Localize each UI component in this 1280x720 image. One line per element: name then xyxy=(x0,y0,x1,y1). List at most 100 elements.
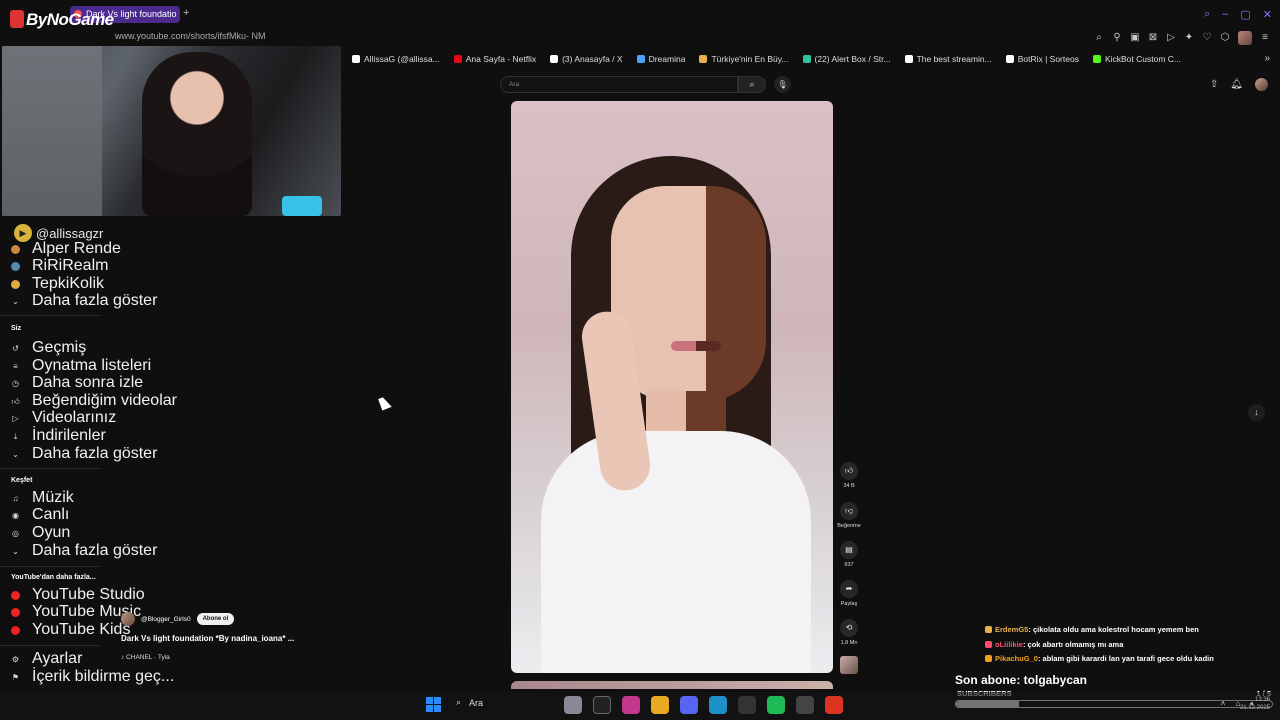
short-video-player[interactable] xyxy=(511,101,833,673)
profile-avatar[interactable] xyxy=(1238,31,1252,45)
bookmark-item[interactable]: Dreamina xyxy=(636,54,685,64)
maximize-icon[interactable]: ▢ xyxy=(1240,8,1250,21)
like-button[interactable]: 👍︎ 34 B xyxy=(836,462,862,489)
sidebar-item-gaming[interactable]: ◎ Oyun xyxy=(11,524,71,541)
chat-username: ErdemG5 xyxy=(995,625,1029,634)
chat-message: ErdemG5: çikolata oldu ama kolestrol hoc… xyxy=(985,623,1214,638)
bookmark-item[interactable]: KickBot Custom C... xyxy=(1092,54,1181,64)
bell-icon[interactable]: 🔔︎ xyxy=(1230,79,1243,90)
sidebar-item-label: Oyun xyxy=(32,524,71,541)
sidebar-item-studio[interactable]: YouTube Studio xyxy=(11,586,145,603)
minimize-icon[interactable]: – xyxy=(1222,8,1228,21)
player-icon[interactable]: ▷ xyxy=(1166,33,1176,43)
tiktok-icon[interactable] xyxy=(593,696,611,714)
close-icon[interactable]: ✕ xyxy=(1263,8,1272,21)
bookmark-item[interactable]: Ana Sayfa - Netflix xyxy=(453,54,536,64)
sidebar-item-history[interactable]: ↺ Geçmiş xyxy=(11,339,86,356)
sidebar-sub-0[interactable]: Alper Rende xyxy=(11,240,121,257)
obs-icon[interactable] xyxy=(738,696,756,714)
discord-icon[interactable] xyxy=(680,696,698,714)
voice-search-button[interactable]: 🎙︎ xyxy=(774,76,791,93)
sidebar-item-explore-more[interactable]: ⌄ Daha fazla göster xyxy=(11,542,157,559)
zoom-icon[interactable]: ⌕ xyxy=(1094,33,1104,43)
streaming-app-icon[interactable] xyxy=(825,696,843,714)
search-button[interactable]: ⌕ xyxy=(738,76,766,93)
gear-icon: ⚙ xyxy=(11,654,20,664)
share-button[interactable]: ➦ Paylaş xyxy=(836,580,862,607)
tools-icon[interactable]: ✦ xyxy=(1184,33,1194,43)
windows-start-icon[interactable] xyxy=(426,697,441,712)
screenshot-icon[interactable]: ▣ xyxy=(1130,33,1140,43)
bookmark-item[interactable]: The best streamin... xyxy=(904,54,992,64)
sidebar-item-report[interactable]: ⚑ İçerik bildirme geç... xyxy=(11,668,174,685)
opera-icon[interactable] xyxy=(622,696,640,714)
like-count: 34 B xyxy=(843,483,855,489)
edge-icon[interactable] xyxy=(709,696,727,714)
header-actions: ⇧ 🔔︎ xyxy=(1210,78,1268,91)
sidebar-item-playlists[interactable]: ≡ Oynatma listeleri xyxy=(11,357,151,374)
divider xyxy=(0,566,100,567)
short-title[interactable]: Dark Vs light foundation *By nadina_ioan… xyxy=(121,634,294,643)
sidebar-sub-2[interactable]: TepkiKolik xyxy=(11,275,104,292)
thumbs-up-icon: 👍︎ xyxy=(840,462,858,480)
remix-button[interactable]: ⟲ 1,8 Mn xyxy=(836,619,862,646)
short-music[interactable]: ♪ CHANEL · Tyla xyxy=(121,654,170,661)
sidebar-item-liked[interactable]: 👍︎ Beğendiğim videolar xyxy=(11,392,177,409)
sidebar-item-label: Daha fazla göster xyxy=(32,445,158,462)
channel-name[interactable]: @Blogger_Girls0 xyxy=(141,616,191,623)
sidebar-item-settings[interactable]: ⚙ Ayarlar xyxy=(11,650,82,667)
sidebar-heading-you[interactable]: Siz xyxy=(11,325,21,332)
sound-button[interactable] xyxy=(836,656,862,674)
pin-icon[interactable]: ⚲ xyxy=(1112,33,1122,43)
subscribe-button[interactable]: Abone ol xyxy=(196,613,235,625)
sidebar-item-watch-later[interactable]: ◷ Daha sonra izle xyxy=(11,374,143,391)
extensions-icon[interactable]: ⬡ xyxy=(1220,33,1230,43)
bookmark-favicon-icon xyxy=(1092,55,1101,63)
address-bar[interactable]: www.youtube.com/shorts/ifsfMku- NM xyxy=(115,31,266,41)
new-tab-button[interactable]: + xyxy=(183,7,189,19)
bookmark-item[interactable]: (22) Alert Box / Str... xyxy=(802,54,891,64)
channel-avatar xyxy=(11,261,20,271)
next-short-button[interactable]: ↓ xyxy=(1248,404,1265,421)
heart-icon[interactable]: ♡ xyxy=(1202,33,1212,43)
bookmark-item[interactable]: (3) Anasayfa / X xyxy=(550,54,623,64)
sidebar-item-your-videos[interactable]: ▷ Videolarınız xyxy=(11,409,116,426)
file-explorer-icon[interactable] xyxy=(564,696,582,714)
system-clock[interactable]: 13:36 21.12.2025 xyxy=(1240,696,1270,712)
streamer-image xyxy=(142,52,252,216)
next-short-preview[interactable] xyxy=(511,681,833,689)
spotify-icon[interactable] xyxy=(767,696,785,714)
search-input[interactable]: Ara xyxy=(500,76,738,93)
bookmarks-more-icon[interactable]: » xyxy=(1264,53,1270,64)
taskbar-apps xyxy=(564,696,843,714)
channel-avatar[interactable] xyxy=(121,612,135,626)
account-avatar[interactable] xyxy=(1255,78,1268,91)
chat-message: oLiilikie: çok abartı olmamış mı ama xyxy=(985,638,1214,653)
block-icon[interactable]: ⊠ xyxy=(1148,33,1158,43)
upload-icon[interactable]: ⇧ xyxy=(1210,79,1218,90)
steam-icon[interactable] xyxy=(796,696,814,714)
chat-text: : çikolata oldu ama kolestrol hocam yeme… xyxy=(1028,625,1199,634)
bookmark-item[interactable]: AllissaG (@allissa... xyxy=(352,54,440,64)
dislike-button[interactable]: 👎︎ Beğenme xyxy=(836,502,862,529)
taskbar-search[interactable]: ⌕ Ara xyxy=(456,697,483,708)
chat-username: PikachuG_0 xyxy=(995,654,1038,663)
search-icon: ⌕ xyxy=(456,697,462,707)
search-tabs-icon[interactable]: ⌕ xyxy=(1204,8,1210,21)
sidebar-sub-1[interactable]: RiRiRealm xyxy=(11,257,108,274)
bookmark-item[interactable]: BotRix | Sorteos xyxy=(1005,54,1079,64)
divider xyxy=(0,645,100,646)
dislike-label: Beğenme xyxy=(837,523,861,529)
sidebar-item-live[interactable]: ◉ Canlı xyxy=(11,506,69,523)
sidebar-item-yt-kids[interactable]: YouTube Kids xyxy=(11,621,130,638)
bookmark-favicon-icon xyxy=(453,55,462,63)
chrome-icon[interactable] xyxy=(651,696,669,714)
sidebar-item-show-more[interactable]: ⌄ Daha fazla göster xyxy=(11,445,158,462)
comments-button[interactable]: ▤ 937 xyxy=(836,541,862,568)
sidebar-item-downloads[interactable]: ⤓ İndirilenler xyxy=(11,427,106,444)
chevron-up-icon[interactable]: ˄ xyxy=(1221,699,1226,709)
sidebar-show-more-subs[interactable]: ⌄ Daha fazla göster xyxy=(11,292,157,309)
menu-icon[interactable]: ≡ xyxy=(1260,33,1270,43)
sidebar-item-music[interactable]: ♫ Müzik xyxy=(11,489,74,506)
bookmark-item[interactable]: Türkiye'nin En Büy... xyxy=(699,54,789,64)
